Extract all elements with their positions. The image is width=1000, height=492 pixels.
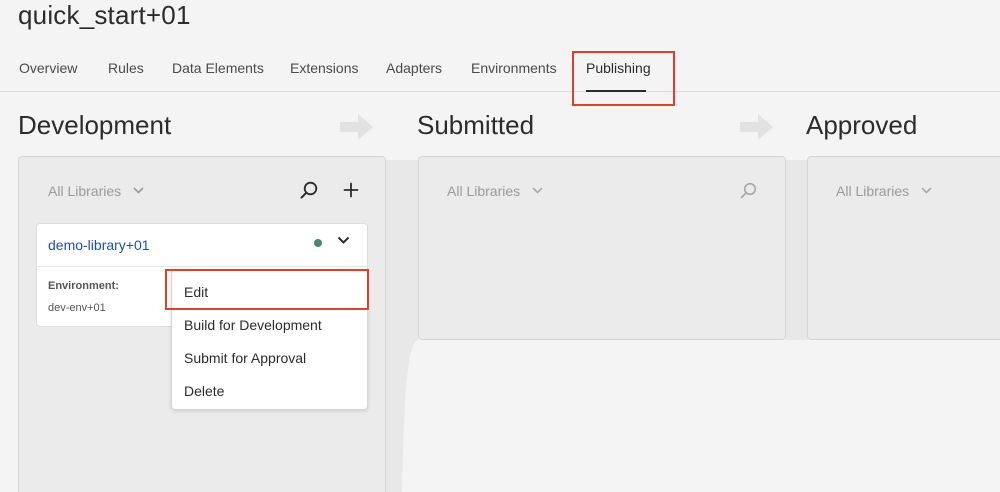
divider: [37, 266, 367, 267]
approved-column: All Libraries: [807, 156, 1000, 340]
tab-data-elements[interactable]: Data Elements: [172, 60, 264, 76]
environment-label: Environment:: [48, 280, 119, 292]
tab-adapters[interactable]: Adapters: [386, 60, 442, 76]
library-name-link[interactable]: demo-library+01: [48, 237, 150, 253]
library-filter-label: All Libraries: [447, 183, 521, 199]
library-filter-label: All Libraries: [48, 183, 122, 199]
tab-publishing[interactable]: Publishing: [586, 60, 651, 76]
menu-item-submit-for-approval[interactable]: Submit for Approval: [184, 350, 306, 366]
environment-value: dev-env+01: [48, 302, 106, 314]
menu-item-delete[interactable]: Delete: [184, 383, 224, 399]
chevron-down-icon: [921, 187, 932, 194]
approved-column-title: Approved: [806, 110, 918, 140]
chevron-down-icon: [532, 187, 543, 194]
plus-icon[interactable]: [343, 182, 359, 198]
status-indicator: [314, 239, 322, 247]
submitted-column-title: Submitted: [417, 110, 535, 140]
tab-rules[interactable]: Rules: [108, 60, 144, 76]
library-filter-label: All Libraries: [836, 183, 910, 199]
menu-item-edit[interactable]: Edit: [184, 284, 208, 300]
menu-item-build-for-development[interactable]: Build for Development: [184, 317, 322, 333]
development-column-title: Development: [18, 110, 172, 140]
chevron-down-icon[interactable]: [337, 236, 350, 245]
search-icon[interactable]: [740, 182, 757, 199]
library-filter-dropdown[interactable]: All Libraries: [48, 183, 144, 199]
library-filter-dropdown[interactable]: All Libraries: [447, 183, 543, 199]
chevron-down-icon: [133, 187, 144, 194]
active-tab-indicator: [586, 90, 646, 92]
submitted-column: All Libraries: [418, 156, 786, 340]
library-filter-dropdown[interactable]: All Libraries: [836, 183, 932, 199]
tab-extensions[interactable]: Extensions: [290, 60, 358, 76]
page-title: quick_start+01: [18, 0, 191, 30]
tab-environments[interactable]: Environments: [471, 60, 557, 76]
header: quick_start+01 Overview Rules Data Eleme…: [0, 0, 1000, 92]
arrow-right-icon: [740, 114, 773, 140]
search-icon[interactable]: [300, 181, 318, 199]
tab-overview[interactable]: Overview: [19, 60, 77, 76]
column-gutter: [786, 160, 808, 340]
column-gutter: [386, 160, 418, 492]
arrow-right-icon: [340, 114, 373, 140]
library-actions-menu: Edit Build for Development Submit for Ap…: [171, 269, 368, 410]
